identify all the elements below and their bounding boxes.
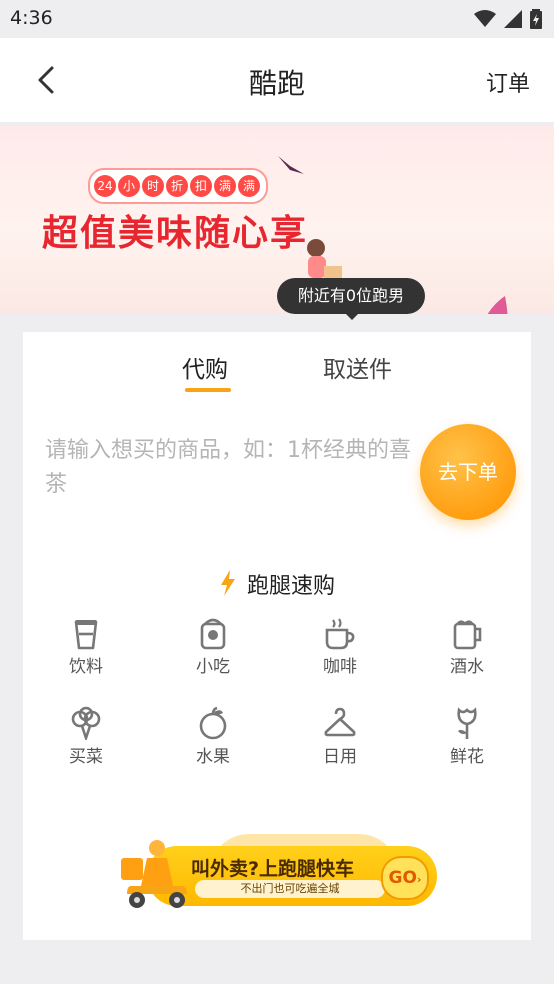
status-icons (474, 9, 542, 29)
badge-char: 小 (118, 175, 140, 197)
chevron-right-icon: › (416, 873, 422, 886)
category-daily-goods[interactable]: 日用 (300, 706, 380, 767)
category-alcohol[interactable]: 酒水 (427, 616, 507, 677)
signal-icon (504, 10, 522, 28)
fruit-icon (199, 706, 227, 740)
category-label: 小吃 (196, 657, 230, 677)
vegetable-icon (71, 706, 101, 740)
place-order-button[interactable]: 去下单 (420, 424, 516, 520)
category-label: 日用 (323, 747, 357, 767)
category-label: 饮料 (69, 657, 103, 677)
page-title: 酷跑 (248, 67, 305, 100)
badge-char: 折 (166, 175, 188, 197)
badge-char: 时 (142, 175, 164, 197)
banner-slogan: 超值美味随心享 (42, 213, 309, 254)
category-label: 咖啡 (323, 657, 357, 677)
promo-subline: 不出门也可吃遍全城 (195, 880, 385, 898)
errand-promo-banner[interactable]: 叫外卖?上跑腿快车 不出门也可吃遍全城 GO› (119, 830, 437, 914)
go-button[interactable]: GO› (381, 856, 429, 900)
battery-icon (530, 9, 542, 29)
drink-icon (74, 620, 98, 650)
nav-bar: 酷跑 订单 (0, 38, 554, 122)
category-label: 买菜 (69, 747, 103, 767)
category-snacks[interactable]: 小吃 (173, 616, 253, 677)
quick-buy-title: 跑腿速购 (23, 568, 531, 600)
active-tab-indicator (185, 388, 231, 392)
coffee-icon (325, 618, 355, 650)
wifi-icon (474, 10, 496, 27)
category-label: 酒水 (450, 657, 484, 677)
discount-badge: 24 小 时 折 扣 满 满 (88, 168, 268, 204)
category-groceries[interactable]: 买菜 (46, 706, 126, 767)
category-label: 水果 (196, 747, 230, 767)
beer-icon (453, 620, 482, 650)
tab-purchase[interactable]: 代购 (182, 350, 228, 384)
go-label: GO (388, 868, 417, 888)
scooter-rider-icon (121, 840, 187, 908)
category-flowers[interactable]: 鲜花 (427, 706, 507, 767)
status-time: 4:36 (10, 7, 53, 29)
badge-char: 满 (238, 175, 260, 197)
hummingbird-icon (278, 156, 304, 174)
orders-link[interactable]: 订单 (486, 66, 530, 98)
category-label: 鲜花 (450, 747, 484, 767)
quick-buy-title-text: 跑腿速购 (246, 574, 335, 599)
badge-char: 满 (214, 175, 236, 197)
hanger-icon (324, 707, 356, 737)
category-drinks[interactable]: 饮料 (46, 616, 126, 677)
badge-char: 扣 (190, 175, 212, 197)
item-input[interactable]: 请输入想买的商品，如：1杯经典的喜茶 (45, 434, 413, 502)
nearby-runners-tooltip: 附近有0位跑男 (277, 278, 425, 314)
tooltip-arrow (344, 312, 360, 320)
order-card: 代购 取送件 请输入想买的商品，如：1杯经典的喜茶 去下单 跑腿速购 饮料 小吃 (23, 332, 531, 940)
snack-icon (200, 618, 226, 650)
category-coffee[interactable]: 咖啡 (300, 616, 380, 677)
category-fruit[interactable]: 水果 (173, 706, 253, 767)
badge-char: 24 (94, 175, 116, 197)
tab-pickup-delivery[interactable]: 取送件 (323, 350, 392, 384)
lightning-icon (220, 570, 235, 596)
status-bar: 4:36 (0, 0, 554, 38)
flower-icon (457, 707, 477, 739)
promo-headline: 叫外卖?上跑腿快车 (191, 858, 355, 880)
